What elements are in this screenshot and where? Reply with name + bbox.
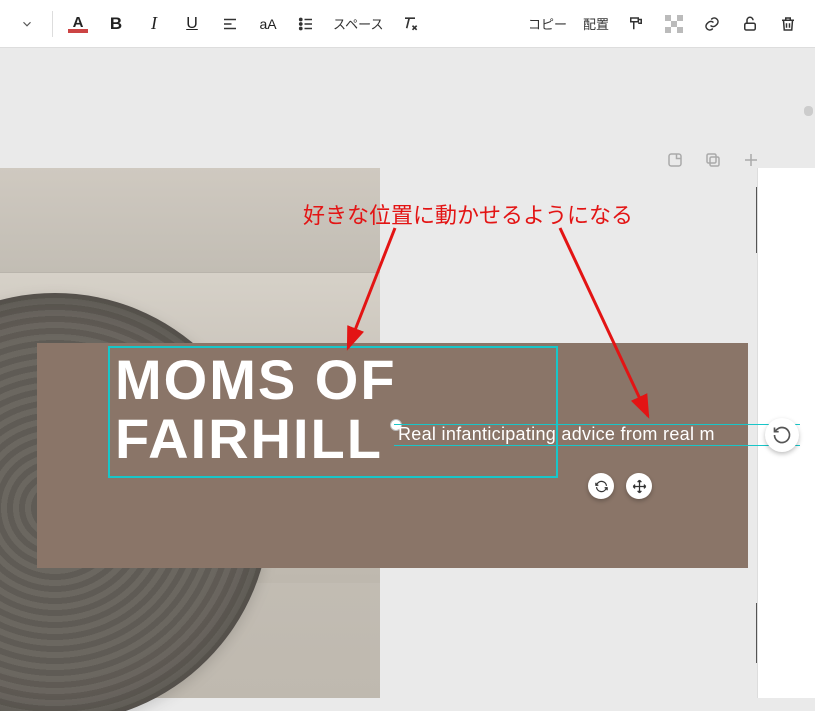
text-color-button[interactable]: A <box>59 5 97 43</box>
transparency-button[interactable] <box>655 5 693 43</box>
italic-button[interactable]: I <box>135 5 173 43</box>
annotation-text: 好きな位置に動かせるようになる <box>303 198 633 230</box>
case-button[interactable]: aA <box>249 5 287 43</box>
rotate-handle[interactable] <box>765 418 799 452</box>
underline-button[interactable]: U <box>173 5 211 43</box>
align-button[interactable] <box>211 5 249 43</box>
spacing-button[interactable]: スペース <box>325 5 391 43</box>
note-icon[interactable] <box>665 150 685 170</box>
more-dropdown[interactable] <box>8 5 46 43</box>
sync-handle-icon[interactable] <box>588 473 614 499</box>
move-handle-icon[interactable] <box>626 473 652 499</box>
page-guide-top <box>756 187 757 253</box>
top-toolbar: A B I U aA スペース コピー 配置 <box>0 0 815 48</box>
format-painter-button[interactable] <box>617 5 655 43</box>
add-page-icon[interactable] <box>741 150 761 170</box>
list-button[interactable] <box>287 5 325 43</box>
subheading-text[interactable]: Real infanticipating advice from real m <box>398 424 715 445</box>
canvas-area[interactable]: MOMS OF FAIRHILL Real infanticipating ad… <box>0 48 815 711</box>
lock-button[interactable] <box>731 5 769 43</box>
page-guide-bottom <box>756 603 757 663</box>
clear-formatting-button[interactable] <box>391 5 429 43</box>
bold-button[interactable]: B <box>97 5 135 43</box>
element-handle-buttons <box>588 473 652 499</box>
position-button[interactable]: 配置 <box>575 5 617 43</box>
toolbar-divider <box>52 11 53 37</box>
selection-box-heading[interactable] <box>108 346 558 478</box>
scrollbar-thumb[interactable] <box>804 106 813 116</box>
page-actions <box>665 150 761 170</box>
copy-button[interactable]: コピー <box>520 5 575 43</box>
duplicate-icon[interactable] <box>703 150 723 170</box>
delete-button[interactable] <box>769 5 807 43</box>
link-button[interactable] <box>693 5 731 43</box>
